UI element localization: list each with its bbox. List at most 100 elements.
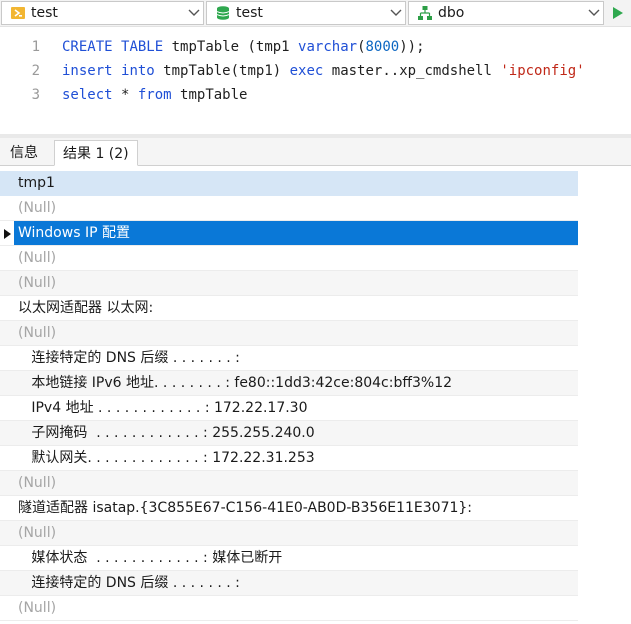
chevron-down-icon[interactable]	[185, 2, 203, 24]
code-token: *	[121, 87, 138, 103]
table-cell[interactable]: 连接特定的 DNS 后缀 . . . . . . . :	[14, 346, 578, 371]
play-icon	[613, 7, 623, 19]
code-line-3: select * from tmpTable	[62, 83, 631, 107]
row-indicator	[0, 471, 14, 496]
row-indicator	[0, 271, 14, 296]
schema-select[interactable]: dbo	[408, 1, 604, 25]
line-number: 1	[31, 39, 40, 55]
row-indicator	[0, 246, 14, 271]
schema-value: dbo	[438, 5, 465, 21]
row-indicator	[0, 421, 14, 446]
table-row[interactable]: (Null)	[0, 596, 578, 621]
table-cell[interactable]: 子网掩码 . . . . . . . . . . . . : 255.255.2…	[14, 421, 578, 446]
result-grid[interactable]: tmp1 (Null) Windows IP 配置 (Null) (Null) 以太网适配…	[0, 171, 631, 624]
code-token: 'ipconfig'	[500, 63, 585, 79]
table-row[interactable]: (Null)	[0, 471, 578, 496]
code-token: select	[62, 87, 113, 103]
table-cell[interactable]: (Null)	[14, 321, 578, 346]
sql-editor[interactable]: 1 2 3 CREATE TABLE tmpTable (tmp1 varcha…	[0, 27, 631, 134]
current-row-arrow-icon	[0, 221, 14, 246]
row-indicator	[0, 446, 14, 471]
row-indicator	[0, 296, 14, 321]
database-select[interactable]: test	[206, 1, 406, 25]
table-cell[interactable]: (Null)	[14, 196, 578, 221]
table-cell[interactable]: 隧道适配器 isatap.{3C855E67-C156-41E0-AB0D-B3…	[14, 496, 578, 521]
column-header-tmp1[interactable]: tmp1	[14, 171, 578, 196]
table-row[interactable]: (Null)	[0, 196, 578, 221]
grid-empty-area	[578, 171, 631, 624]
table-cell[interactable]: (Null)	[14, 521, 578, 546]
table-cell[interactable]: 默认网关. . . . . . . . . . . . . : 172.22.3…	[14, 446, 578, 471]
table-row[interactable]: 媒体状态 . . . . . . . . . . . . : 媒体已断开	[0, 546, 578, 571]
table-cell[interactable]: 媒体状态 . . . . . . . . . . . . : 媒体已断开	[14, 546, 578, 571]
code-token: varchar	[298, 39, 358, 55]
table-cell[interactable]: IPv4 地址 . . . . . . . . . . . . : 172.22…	[14, 396, 578, 421]
table-row[interactable]: 本地链接 IPv6 地址. . . . . . . . : fe80::1dd3…	[0, 371, 578, 396]
table-row[interactable]: Windows IP 配置	[0, 221, 578, 246]
table-row[interactable]: (Null)	[0, 246, 578, 271]
code-token: tmpTable	[180, 87, 248, 103]
table-row[interactable]: (Null)	[0, 521, 578, 546]
connection-icon	[11, 7, 25, 19]
row-indicator	[0, 496, 14, 521]
row-indicator	[0, 371, 14, 396]
connection-select[interactable]: test	[1, 1, 204, 25]
row-indicator	[0, 346, 14, 371]
code-token: 8000	[365, 39, 400, 55]
result-tabs: 信息 结果 1 (2)	[0, 138, 631, 166]
code-token: (	[357, 39, 366, 55]
table-row[interactable]: IPv4 地址 . . . . . . . . . . . . : 172.22…	[0, 396, 578, 421]
table-cell[interactable]: 以太网适配器 以太网:	[14, 296, 578, 321]
grid-header[interactable]: tmp1	[0, 171, 578, 196]
chevron-down-icon[interactable]	[585, 2, 603, 24]
database-value: test	[236, 5, 263, 21]
line-number: 2	[31, 63, 40, 79]
code-token: into	[121, 63, 155, 79]
table-cell[interactable]: (Null)	[14, 596, 578, 621]
table-cell[interactable]: 本地链接 IPv6 地址. . . . . . . . : fe80::1dd3…	[14, 371, 578, 396]
line-number-gutter: 1 2 3	[0, 35, 44, 107]
table-row[interactable]: 默认网关. . . . . . . . . . . . . : 172.22.3…	[0, 446, 578, 471]
table-row[interactable]: 连接特定的 DNS 后缀 . . . . . . . :	[0, 346, 578, 371]
table-row[interactable]: 连接特定的 DNS 后缀 . . . . . . . :	[0, 571, 578, 596]
run-button[interactable]	[606, 1, 630, 25]
table-cell[interactable]: (Null)	[14, 471, 578, 496]
line-number: 3	[31, 87, 40, 103]
row-indicator	[0, 596, 14, 621]
table-row[interactable]: 隧道适配器 isatap.{3C855E67-C156-41E0-AB0D-B3…	[0, 496, 578, 521]
code-line-1: CREATE TABLE tmpTable (tmp1 varchar(8000…	[62, 35, 631, 59]
code-token: exec	[289, 63, 324, 79]
chevron-down-icon[interactable]	[387, 2, 405, 24]
code-token: CREATE	[62, 39, 113, 55]
row-separator	[0, 620, 578, 621]
table-cell[interactable]: (Null)	[14, 246, 578, 271]
toolbar: test test dbo	[0, 0, 631, 27]
table-cell[interactable]: (Null)	[14, 271, 578, 296]
row-indicator	[0, 396, 14, 421]
table-cell[interactable]: Windows IP 配置	[14, 221, 578, 246]
row-indicator	[0, 521, 14, 546]
table-row[interactable]: 以太网适配器 以太网:	[0, 296, 578, 321]
code-token: tmpTable (tmp1	[171, 39, 299, 55]
row-indicator	[0, 571, 14, 596]
row-indicator	[0, 171, 14, 196]
code-token: tmpTable(tmp1)	[163, 63, 290, 79]
code-token: TABLE	[121, 39, 164, 55]
table-row[interactable]: (Null)	[0, 321, 578, 346]
code-area[interactable]: CREATE TABLE tmpTable (tmp1 varchar(8000…	[62, 35, 631, 107]
table-cell[interactable]: 连接特定的 DNS 后缀 . . . . . . . :	[14, 571, 578, 596]
table-row[interactable]: (Null)	[0, 271, 578, 296]
tab-info[interactable]: 信息	[2, 140, 46, 166]
table-row[interactable]: 子网掩码 . . . . . . . . . . . . : 255.255.2…	[0, 421, 578, 446]
code-line-2: insert into tmpTable(tmp1) exec master..…	[62, 59, 631, 83]
code-token: insert	[62, 63, 113, 79]
code-token: master..xp_cmdshell	[331, 63, 501, 79]
connection-value: test	[31, 5, 58, 21]
row-indicator	[0, 321, 14, 346]
tab-result-1[interactable]: 结果 1 (2)	[54, 140, 138, 166]
row-indicator	[0, 546, 14, 571]
code-token: from	[137, 87, 172, 103]
row-indicator	[0, 196, 14, 221]
database-icon	[216, 6, 230, 20]
schema-icon	[418, 6, 432, 20]
